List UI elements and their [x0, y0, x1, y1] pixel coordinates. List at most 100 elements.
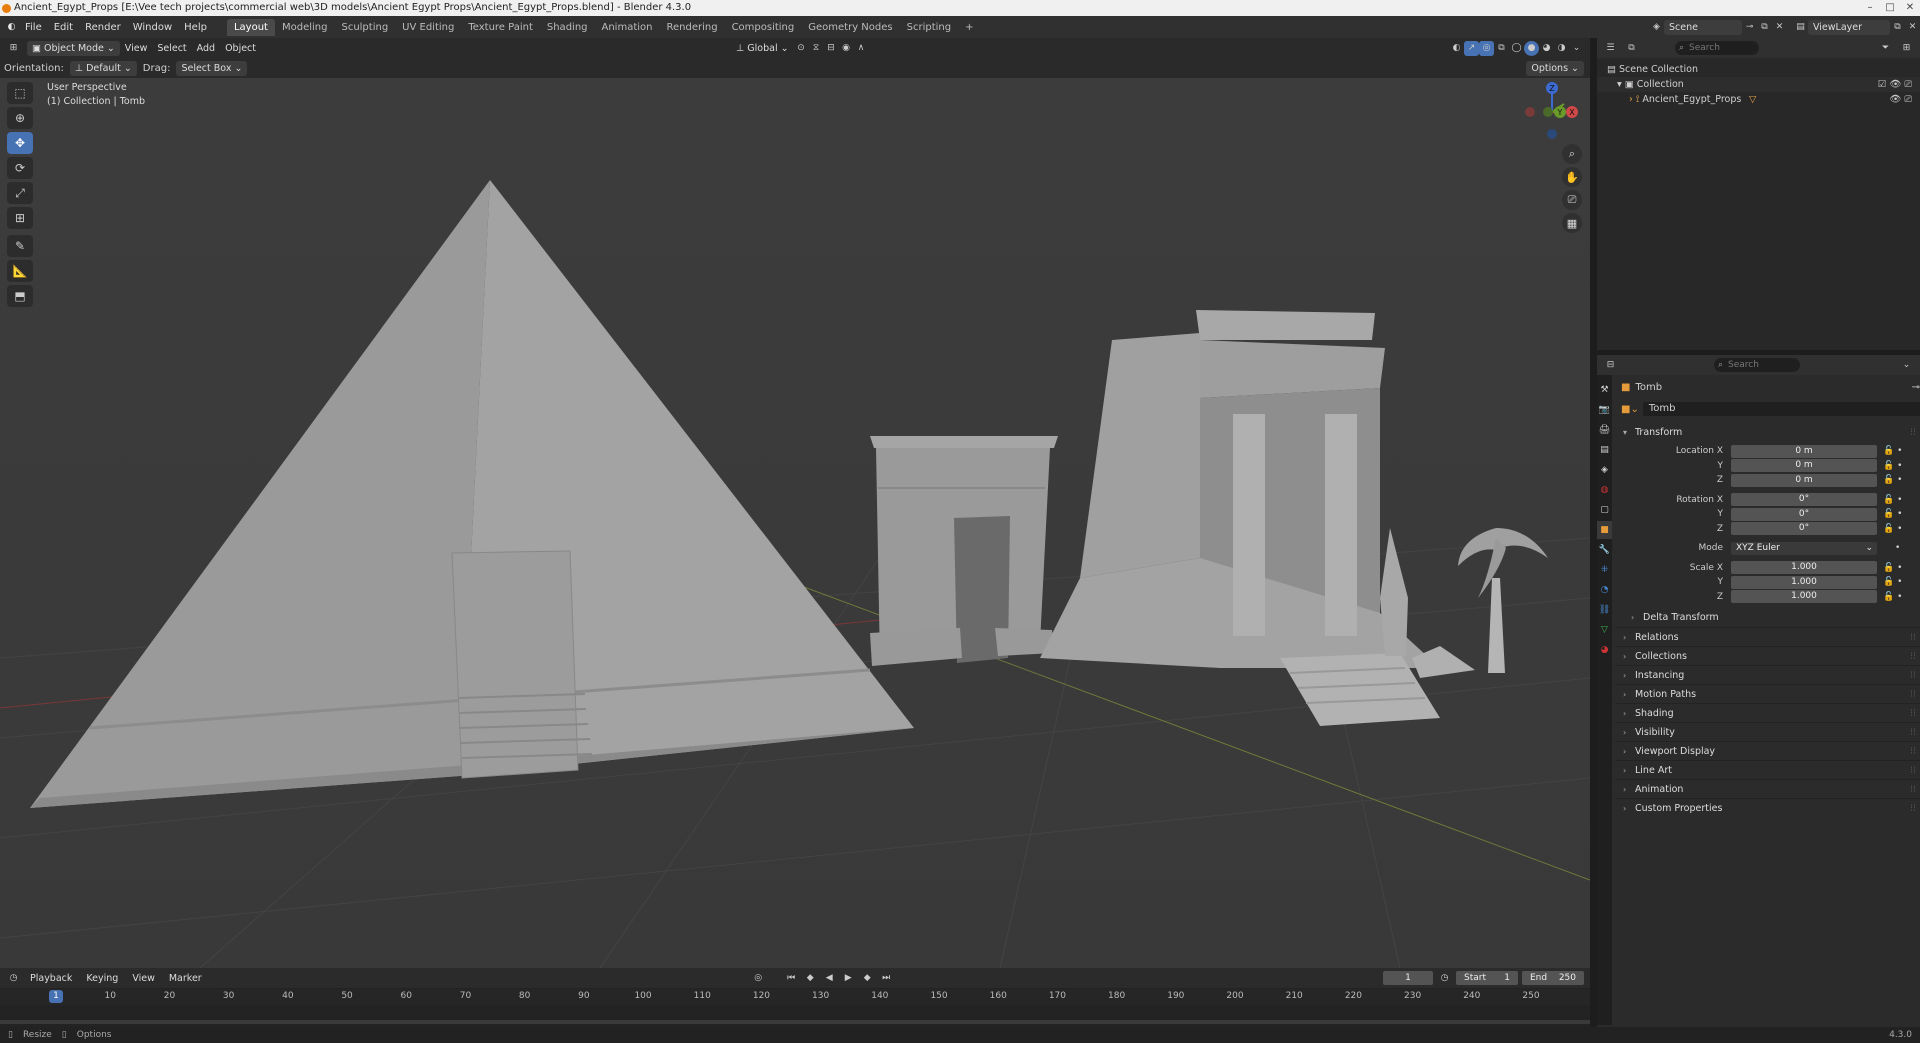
blender-menu-icon[interactable]: ◐: [4, 20, 19, 35]
filter-icon[interactable]: ⏷: [1878, 41, 1893, 56]
drag-selector[interactable]: Select Box ⌄: [176, 60, 248, 76]
play-reverse-icon[interactable]: ◀: [822, 971, 837, 986]
drag-handle-icon[interactable]: ⁝⁝: [1910, 423, 1916, 442]
menu-edit[interactable]: Edit: [48, 22, 79, 33]
mode-selector[interactable]: ▣ Object Mode ⌄: [27, 40, 120, 56]
rotation-mode-select[interactable]: XYZ Euler ⌄: [1731, 541, 1877, 555]
prev-keyframe-icon[interactable]: ◆: [803, 971, 818, 986]
delta-transform-section[interactable]: › Delta Transform: [1615, 608, 1920, 627]
object-name-field[interactable]: Tomb: [1642, 402, 1920, 416]
preview-range-icon[interactable]: ◷: [1437, 971, 1452, 986]
overlay-toggle-icon[interactable]: ◎: [1479, 40, 1494, 56]
drag-handle-icon[interactable]: ⁝⁝: [1910, 685, 1916, 704]
orientation-selector[interactable]: ⊥ Default ⌄: [69, 60, 137, 76]
rotation-x-field[interactable]: 0°: [1731, 493, 1877, 507]
tab-texture-paint[interactable]: Texture Paint: [461, 19, 540, 36]
drag-handle-icon[interactable]: ⁝⁝: [1910, 628, 1916, 647]
options-button[interactable]: Options ⌄: [1526, 60, 1584, 76]
start-frame-field[interactable]: Start 1: [1456, 971, 1518, 985]
physics-tab-icon[interactable]: ◔: [1597, 581, 1612, 599]
playhead[interactable]: 1: [49, 990, 63, 1003]
scale-y-field[interactable]: 1.000: [1731, 575, 1877, 589]
visibility-icon[interactable]: ◐: [1449, 41, 1464, 56]
menu-timeline-view[interactable]: View: [127, 971, 160, 986]
editor-type-icon[interactable]: ⊞: [6, 41, 21, 56]
outliner-search[interactable]: ⌕ Search: [1675, 41, 1759, 55]
view-layer-selector[interactable]: ViewLayer: [1808, 19, 1890, 35]
rotate-icon[interactable]: ⟳: [7, 157, 33, 179]
snap-icon[interactable]: ⧖: [809, 41, 824, 56]
data-tab-icon[interactable]: ▽: [1597, 621, 1612, 639]
drag-handle-icon[interactable]: ⁝⁝: [1910, 761, 1916, 780]
transform-orientation-selector[interactable]: ⊥ Global ⌄: [731, 41, 794, 56]
constraints-tab-icon[interactable]: ⛓: [1597, 601, 1612, 619]
snap-target-icon[interactable]: ⊟: [824, 41, 839, 56]
object-tab-icon[interactable]: ■: [1597, 521, 1612, 539]
pin-icon[interactable]: ⊸: [1742, 20, 1757, 35]
menu-file[interactable]: File: [19, 22, 48, 33]
perspective-grid-icon[interactable]: ▦: [1562, 213, 1582, 233]
navigation-gizmo[interactable]: Z X Y: [1520, 80, 1580, 140]
add-workspace-button[interactable]: +: [958, 19, 980, 36]
menu-add[interactable]: Add: [192, 41, 220, 56]
transform-icon[interactable]: ⊞: [7, 207, 33, 229]
delete-scene-icon[interactable]: ✕: [1772, 20, 1787, 35]
pan-hand-icon[interactable]: ✋: [1562, 167, 1582, 187]
auto-keying-icon[interactable]: ◎: [751, 971, 766, 986]
scene-tab-icon[interactable]: ◈: [1597, 461, 1612, 479]
transform-section-header[interactable]: ▾ Transform ⁝⁝: [1615, 423, 1920, 442]
new-scene-icon[interactable]: ⧉: [1757, 20, 1772, 35]
delete-view-layer-icon[interactable]: ✕: [1905, 20, 1920, 35]
line-art-section[interactable]: › Line Art ⁝⁝: [1615, 760, 1920, 779]
pin-icon[interactable]: ⊸: [1912, 382, 1920, 393]
timeline-editor-icon[interactable]: ◷: [6, 971, 21, 986]
lock-icon[interactable]: 🔓 •: [1883, 446, 1902, 456]
menu-object[interactable]: Object: [220, 41, 261, 56]
tool-tab-icon[interactable]: ⚒: [1597, 381, 1612, 399]
display-mode-icon[interactable]: ⧉: [1624, 41, 1639, 56]
lock-icon[interactable]: 🔓 •: [1883, 495, 1902, 505]
menu-playback[interactable]: Playback: [25, 971, 77, 986]
menu-marker[interactable]: Marker: [164, 971, 207, 986]
render-tab-icon[interactable]: 📷: [1597, 401, 1612, 419]
properties-search[interactable]: ⌕ Search: [1714, 358, 1800, 372]
new-view-layer-icon[interactable]: ⧉: [1890, 20, 1905, 35]
menu-render[interactable]: Render: [79, 22, 127, 33]
move-icon[interactable]: ✥: [7, 132, 33, 154]
camera-view-icon[interactable]: ⎚: [1562, 190, 1582, 210]
xray-icon[interactable]: ⧉: [1494, 41, 1509, 56]
tab-layout[interactable]: Layout: [226, 18, 275, 36]
tab-shading[interactable]: Shading: [540, 19, 595, 36]
lock-icon[interactable]: 🔓 •: [1883, 577, 1902, 587]
tab-modeling[interactable]: Modeling: [275, 19, 335, 36]
gizmo-toggle-icon[interactable]: ↗: [1464, 40, 1479, 56]
lock-icon[interactable]: 🔓 •: [1883, 592, 1902, 602]
menu-keying[interactable]: Keying: [81, 971, 123, 986]
shading-section[interactable]: › Shading ⁝⁝: [1615, 703, 1920, 722]
drag-handle-icon[interactable]: ⁝⁝: [1910, 723, 1916, 742]
tab-geometry-nodes[interactable]: Geometry Nodes: [801, 19, 899, 36]
object-toggles[interactable]: 👁 ⎚: [1889, 92, 1912, 107]
3d-viewport[interactable]: Z X Y ⌕ ✋ ⎚ ▦: [0, 58, 1590, 968]
lock-icon[interactable]: 🔓 •: [1883, 461, 1902, 471]
location-y-field[interactable]: 0 m: [1731, 459, 1877, 473]
jump-end-icon[interactable]: ⏭: [879, 971, 894, 986]
rotation-y-field[interactable]: 0°: [1731, 507, 1877, 521]
drag-handle-icon[interactable]: ⁝⁝: [1910, 704, 1916, 723]
menu-view[interactable]: View: [120, 41, 153, 56]
cursor-icon[interactable]: ⊕: [7, 107, 33, 129]
shading-options-icon[interactable]: ⌄: [1569, 41, 1584, 56]
particles-tab-icon[interactable]: ⁜: [1597, 561, 1612, 579]
tab-sculpting[interactable]: Sculpting: [334, 19, 395, 36]
collection-tab-icon[interactable]: ▢: [1597, 501, 1612, 519]
outliner-row-collection[interactable]: ▾ ▣ Collection ☑ 👁 ⎚: [1597, 77, 1920, 92]
instancing-section[interactable]: › Instancing ⁝⁝: [1615, 665, 1920, 684]
jump-start-icon[interactable]: ⏮: [784, 971, 799, 986]
lock-icon[interactable]: 🔓 •: [1883, 509, 1902, 519]
location-z-field[interactable]: 0 m: [1731, 473, 1877, 487]
outliner-row-ancient-egypt-props[interactable]: › ⟟ Ancient_Egypt_Props ▽ 👁 ⎚: [1597, 92, 1920, 107]
viewport-display-section[interactable]: › Viewport Display ⁝⁝: [1615, 741, 1920, 760]
add-cube-icon[interactable]: ⬒: [7, 285, 33, 307]
tab-rendering[interactable]: Rendering: [659, 19, 724, 36]
custom-properties-section[interactable]: › Custom Properties ⁝⁝: [1615, 798, 1920, 817]
